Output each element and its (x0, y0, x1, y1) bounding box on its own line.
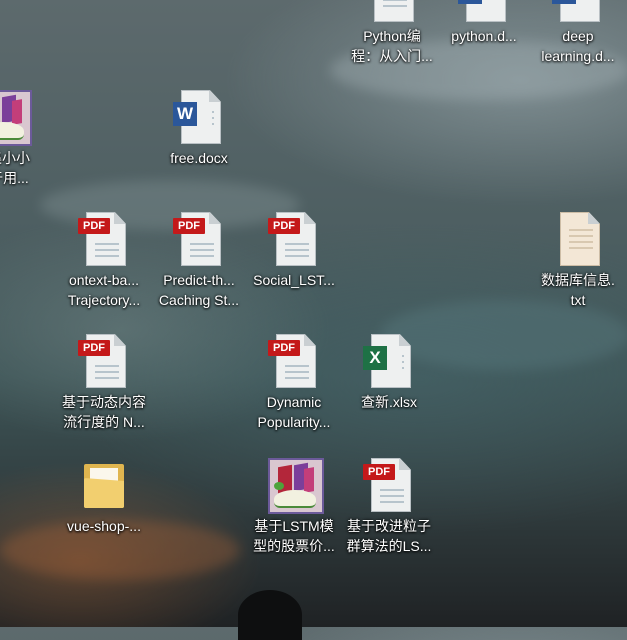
desktop-icon-chaxin-xlsx[interactable]: X 查新.xlsx (343, 332, 435, 412)
icon-label: Social_LST... (253, 272, 335, 288)
desktop-icon-python-docx[interactable]: W python.d... (438, 0, 530, 46)
desktop-icon-deep-learning-docx[interactable]: W deep learning.d... (532, 0, 624, 66)
word-document-icon: W (456, 0, 512, 22)
word-document-icon: W (550, 0, 606, 22)
icon-label: 基于动态内容 流行度的 N... (62, 394, 146, 430)
icon-label: free.docx (170, 150, 228, 166)
icon-label: deep learning.d... (541, 28, 615, 64)
ebook-icon (266, 456, 324, 514)
pdf-icon: PDF (76, 332, 132, 388)
icon-label: 数据库信息. txt (541, 272, 615, 308)
icon-label: python.d... (451, 28, 517, 44)
desktop-icon-dynamic-content-pdf[interactable]: PDF 基于动态内容 流行度的 N... (58, 332, 150, 432)
desktop-icon-db-info-txt[interactable]: 数据库信息. txt (532, 210, 624, 310)
desktop-icon-context-pdf[interactable]: PDF ontext-ba... Trajectory... (58, 210, 150, 310)
desktop-icon-python-book[interactable]: Python编 程：从入门... (346, 0, 438, 66)
pdf-icon: PDF (266, 332, 322, 388)
icon-label: Python编 程：从入门... (351, 28, 433, 64)
desktop-icon-pso-lstm-pdf[interactable]: PDF 基于改进粒子 群算法的LS... (343, 456, 435, 556)
desktop-icon-vue-shop-folder[interactable]: vue-shop-... (58, 456, 150, 536)
icon-label: 查新.xlsx (361, 394, 417, 410)
desktop-icon-dynamic-popularity-pdf[interactable]: PDF Dynamic Popularity... (248, 332, 340, 432)
icon-label: 基于LSTM模 型的股票价... (253, 518, 335, 554)
desktop-icon-lstm-stock-ebook[interactable]: 基于LSTM模 型的股票价... (248, 456, 340, 556)
document-icon (364, 0, 420, 22)
folder-icon (76, 456, 132, 512)
text-file-icon (550, 210, 606, 266)
pdf-icon: PDF (171, 210, 227, 266)
ebook-icon (0, 88, 32, 146)
desktop-icon-ebook-left[interactable]: 窓集小小 基于用... (0, 88, 48, 188)
icon-label: Predict-th... Caching St... (158, 272, 240, 308)
excel-icon: X (361, 332, 417, 388)
desktop-icon-social-lstm-pdf[interactable]: PDF Social_LST... (248, 210, 340, 290)
word-document-icon: W (171, 88, 227, 144)
pdf-icon: PDF (76, 210, 132, 266)
icon-label: 基于改进粒子 群算法的LS... (346, 518, 432, 554)
icon-label: vue-shop-... (67, 518, 141, 534)
pdf-icon: PDF (266, 210, 322, 266)
pdf-icon: PDF (361, 456, 417, 512)
desktop-icon-predict-pdf[interactable]: PDF Predict-th... Caching St... (153, 210, 245, 310)
icon-label: ontext-ba... Trajectory... (67, 272, 141, 308)
icon-label: Dynamic Popularity... (257, 394, 331, 430)
desktop-icon-free-docx[interactable]: W free.docx (153, 88, 245, 168)
icon-label: 窓集小小 基于用... (0, 150, 30, 186)
wallpaper-figure (238, 590, 302, 640)
